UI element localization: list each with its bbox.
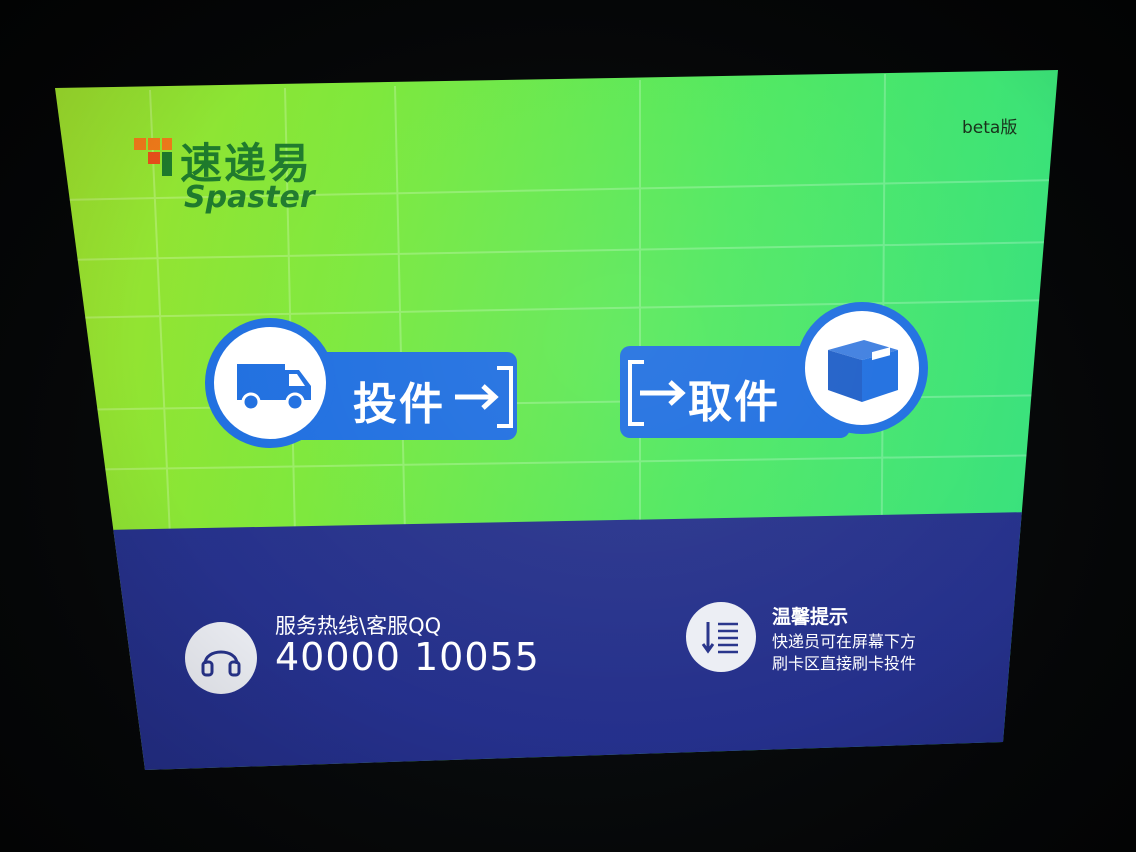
tip-line-1: 快递员可在屏幕下方 — [772, 632, 917, 651]
deliver-button-label: 投件 — [353, 379, 445, 430]
deliver-button[interactable]: 投件 — [205, 318, 520, 448]
logo: 速递易 Spaster — [132, 130, 372, 225]
logo-english-name: Spaster — [184, 180, 315, 215]
version-label: beta版 — [962, 118, 1018, 138]
delivery-van-icon — [237, 364, 311, 412]
arrow-right-out-of-box-icon — [628, 360, 686, 426]
pickup-button[interactable]: 取件 — [618, 302, 928, 440]
pickup-button-label: 取件 — [688, 377, 780, 428]
kiosk-screen: beta版 速递易 Spaster 投件 取件 服务热线\客服QQ 40000 … — [55, 70, 1058, 770]
package-box-icon — [828, 340, 898, 402]
tip-line-2: 刷卡区直接刷卡投件 — [772, 654, 917, 673]
list-sort-icon — [701, 622, 738, 654]
tip-title: 温馨提示 — [772, 606, 849, 628]
logo-mark-icon — [134, 138, 172, 176]
headphones-icon — [201, 650, 241, 677]
arrow-right-into-box-icon — [455, 366, 513, 428]
hotline-number: 40000 10055 — [275, 635, 540, 679]
